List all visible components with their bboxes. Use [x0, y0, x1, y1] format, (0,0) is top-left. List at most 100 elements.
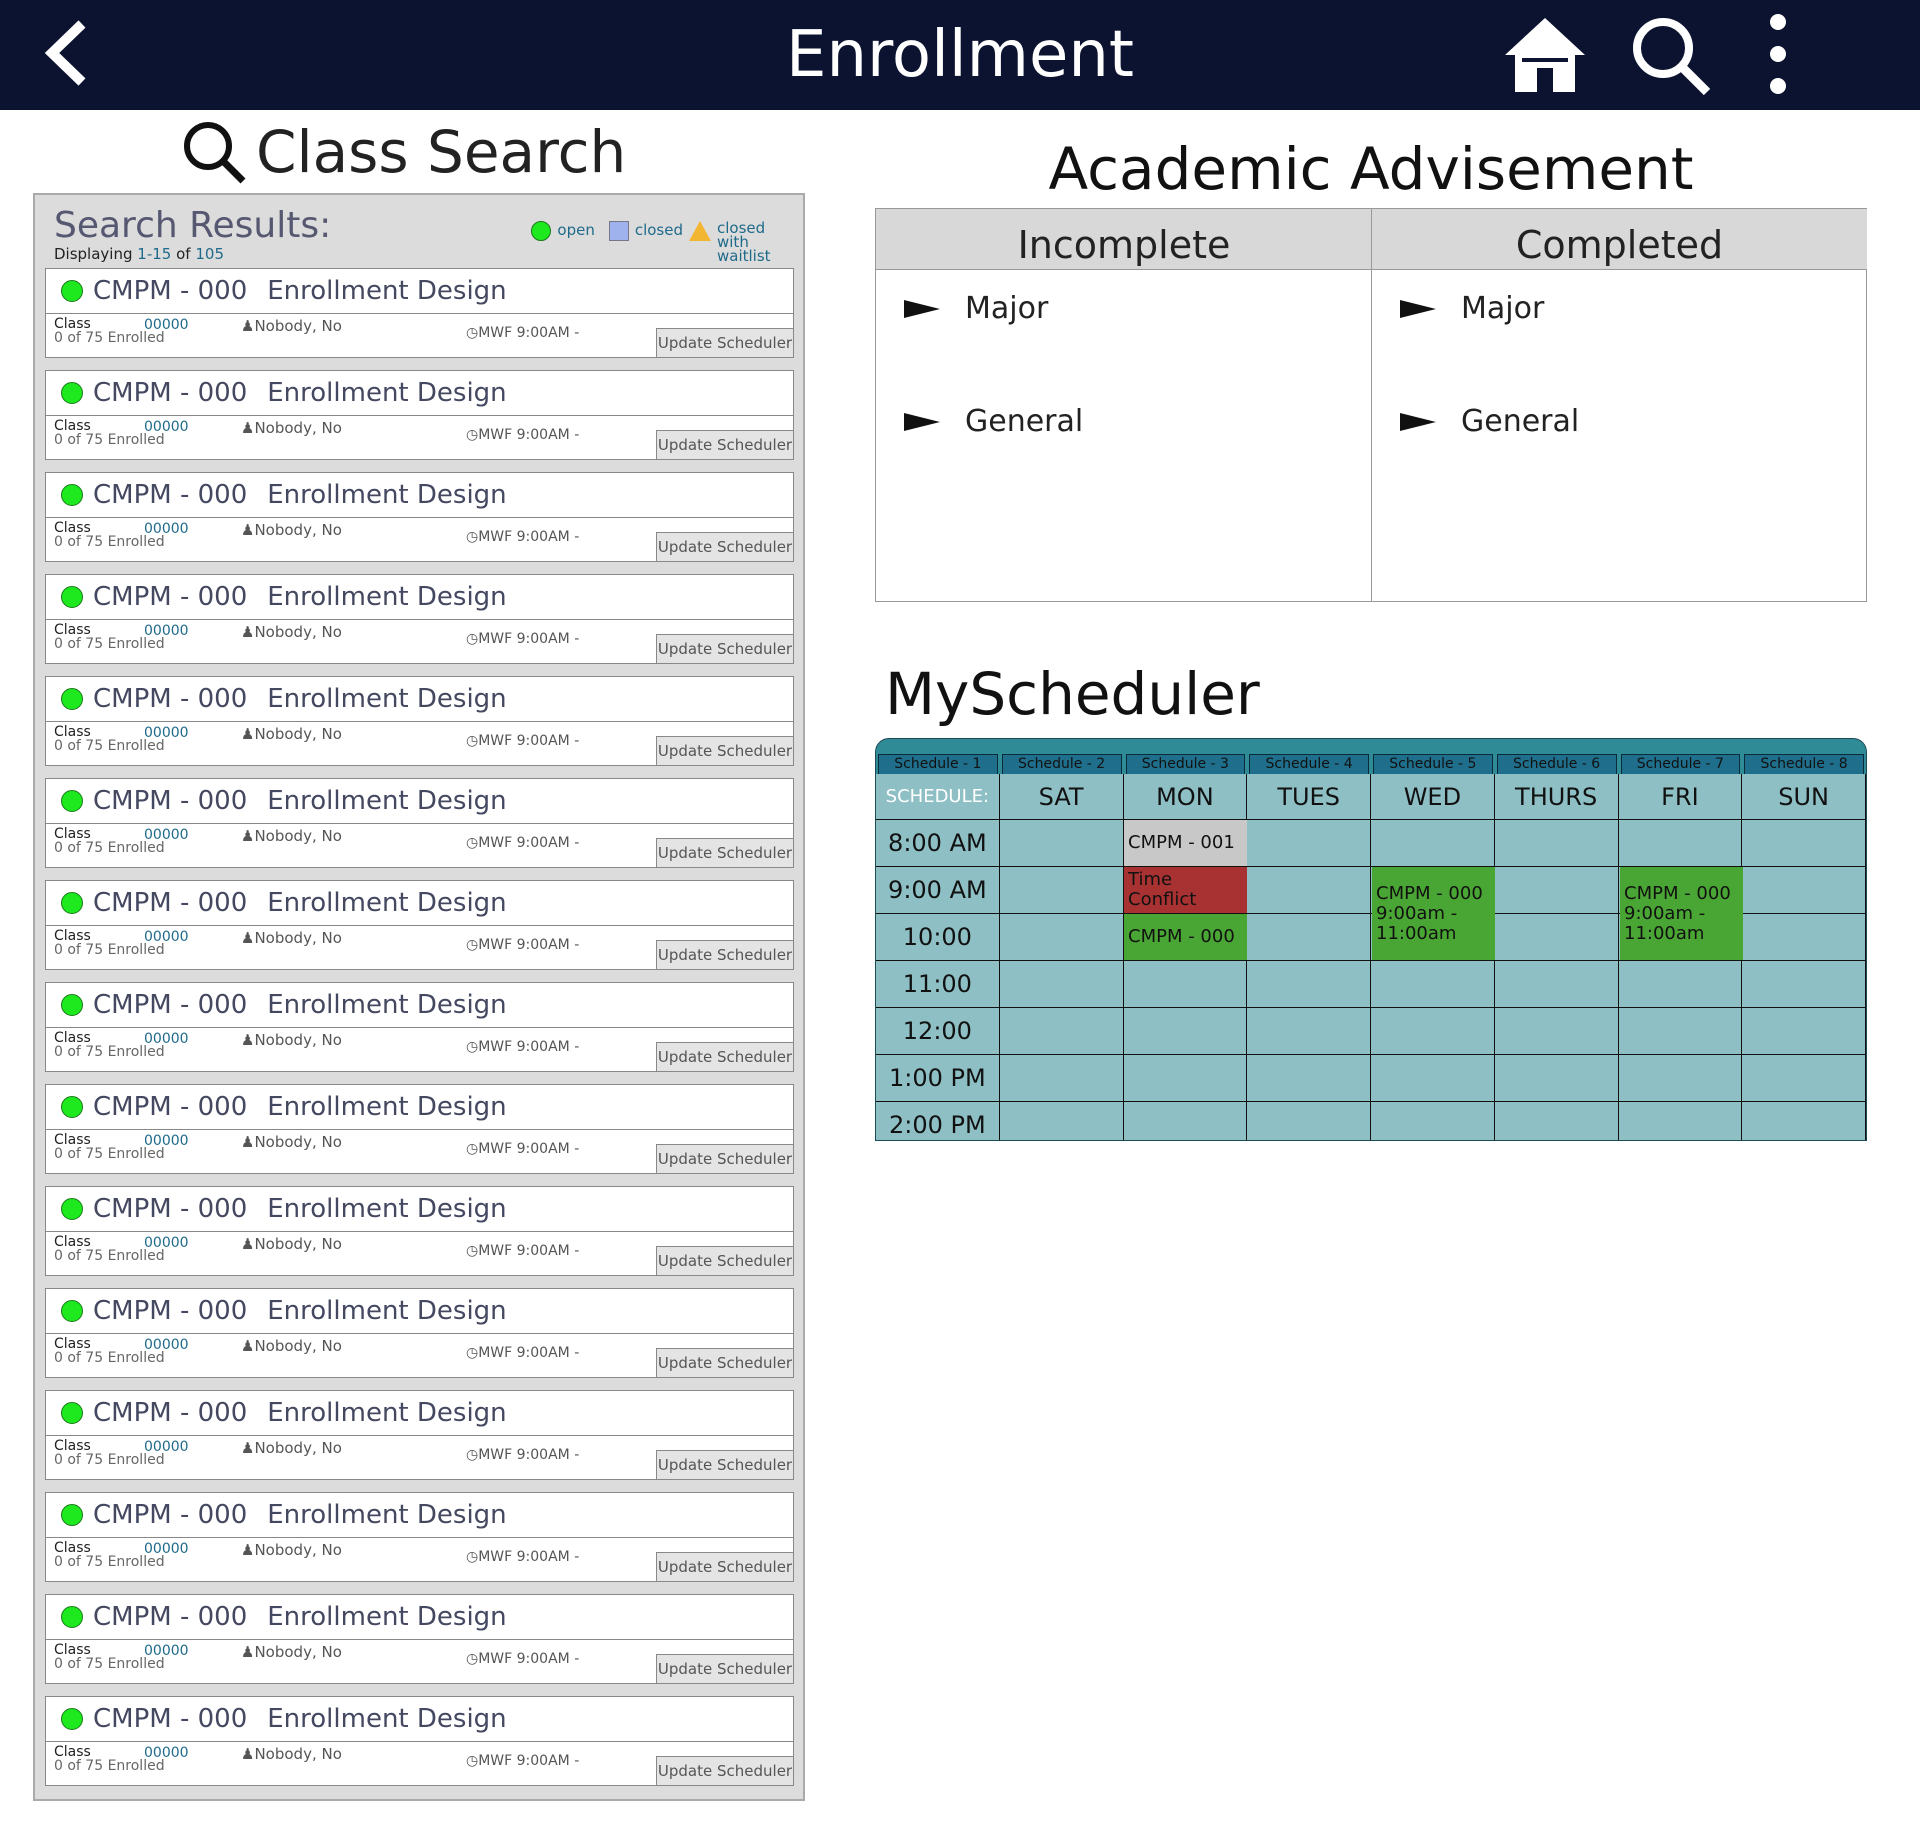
card-title[interactable]: CMPM - 000 Enrollment Design [46, 677, 793, 722]
card-title[interactable]: CMPM - 000 Enrollment Design [46, 1697, 793, 1742]
schedule-cell[interactable] [1494, 1102, 1619, 1140]
search-icon[interactable] [1625, 10, 1715, 100]
schedule-cell[interactable] [1618, 1102, 1743, 1140]
class-number[interactable]: 00000 [144, 1643, 189, 1659]
schedule-cell[interactable] [999, 1102, 1124, 1140]
update-scheduler-button[interactable]: Update Scheduler [656, 634, 794, 664]
schedule-cell[interactable] [1618, 1055, 1743, 1102]
schedule-cell[interactable] [999, 961, 1124, 1008]
schedule-cell[interactable] [1494, 1055, 1619, 1102]
result-card[interactable]: CMPM - 000 Enrollment Design Class 0 of 75… [45, 880, 794, 970]
completed-major[interactable]: Major [1400, 291, 1544, 326]
schedule-cell[interactable] [999, 867, 1124, 914]
card-title[interactable]: CMPM - 000 Enrollment Design [46, 1391, 793, 1436]
schedule-cell[interactable] [1618, 961, 1743, 1008]
result-card[interactable]: CMPM - 000 Enrollment Design Class 0 of 75… [45, 370, 794, 460]
result-card[interactable]: CMPM - 000 Enrollment Design Class 0 of 75… [45, 1696, 794, 1786]
schedule-cell[interactable] [999, 820, 1124, 867]
schedule-tab[interactable]: Schedule - 7 [1620, 754, 1741, 774]
schedule-cell[interactable] [1742, 1102, 1866, 1140]
card-title[interactable]: CMPM - 000 Enrollment Design [46, 1493, 793, 1538]
schedule-cell[interactable] [1123, 1102, 1248, 1140]
schedule-tab[interactable]: Schedule - 3 [1125, 754, 1246, 774]
update-scheduler-button[interactable]: Update Scheduler [656, 1552, 794, 1582]
schedule-cell[interactable] [1494, 820, 1619, 867]
home-icon[interactable] [1500, 10, 1590, 100]
schedule-tab[interactable]: Schedule - 8 [1744, 754, 1864, 774]
update-scheduler-button[interactable]: Update Scheduler [656, 1450, 794, 1480]
schedule-cell[interactable] [1123, 961, 1248, 1008]
result-card[interactable]: CMPM - 000 Enrollment Design Class 0 of 75… [45, 676, 794, 766]
card-title[interactable]: CMPM - 000 Enrollment Design [46, 1187, 793, 1232]
result-card[interactable]: CMPM - 000 Enrollment Design Class 0 of 75… [45, 1492, 794, 1582]
class-number[interactable]: 00000 [144, 1541, 189, 1557]
schedule-event[interactable]: CMPM - 001 [1124, 820, 1247, 866]
update-scheduler-button[interactable]: Update Scheduler [656, 1144, 794, 1174]
class-number[interactable]: 00000 [144, 725, 189, 741]
schedule-event[interactable]: CMPM - 000 [1124, 914, 1247, 960]
schedule-cell[interactable] [1494, 961, 1619, 1008]
schedule-cell[interactable] [1742, 867, 1866, 914]
schedule-cell[interactable] [1247, 961, 1371, 1008]
update-scheduler-button[interactable]: Update Scheduler [656, 1654, 794, 1684]
result-card[interactable]: CMPM - 000 Enrollment Design Class 0 of 75… [45, 268, 794, 358]
result-card[interactable]: CMPM - 000 Enrollment Design Class 0 of 75… [45, 1084, 794, 1174]
result-card[interactable]: CMPM - 000 Enrollment Design Class 0 of 75… [45, 1594, 794, 1684]
class-number[interactable]: 00000 [144, 1133, 189, 1149]
card-title[interactable]: CMPM - 000 Enrollment Design [46, 779, 793, 824]
class-number[interactable]: 00000 [144, 1031, 189, 1047]
schedule-event[interactable]: CMPM - 000 9:00am - 11:00am [1620, 867, 1743, 960]
update-scheduler-button[interactable]: Update Scheduler [656, 430, 794, 460]
update-scheduler-button[interactable]: Update Scheduler [656, 1348, 794, 1378]
result-card[interactable]: CMPM - 000 Enrollment Design Class 0 of 75… [45, 1288, 794, 1378]
class-number[interactable]: 00000 [144, 1745, 189, 1761]
schedule-cell[interactable] [1123, 1055, 1248, 1102]
schedule-cell[interactable] [1371, 1055, 1495, 1102]
schedule-cell[interactable] [1742, 914, 1866, 961]
schedule-cell[interactable] [1123, 1008, 1248, 1055]
more-vertical-icon[interactable] [1735, 10, 1825, 100]
schedule-tab[interactable]: Schedule - 4 [1249, 754, 1369, 774]
schedule-cell[interactable] [1742, 961, 1866, 1008]
card-title[interactable]: CMPM - 000 Enrollment Design [46, 1085, 793, 1130]
schedule-event[interactable]: CMPM - 000 9:00am - 11:00am [1372, 867, 1495, 960]
schedule-tab[interactable]: Schedule - 1 [878, 754, 998, 774]
schedule-cell[interactable] [999, 914, 1124, 961]
schedule-event[interactable]: Time Conflict [1124, 867, 1247, 913]
incomplete-major[interactable]: Major [904, 291, 1048, 326]
schedule-cell[interactable] [999, 1055, 1124, 1102]
schedule-cell[interactable] [1247, 914, 1371, 961]
card-title[interactable]: CMPM - 000 Enrollment Design [46, 575, 793, 620]
schedule-tab[interactable]: Schedule - 6 [1496, 754, 1617, 774]
schedule-cell[interactable] [1247, 1055, 1371, 1102]
result-card[interactable]: CMPM - 000 Enrollment Design Class 0 of 75… [45, 778, 794, 868]
class-number[interactable]: 00000 [144, 827, 189, 843]
schedule-cell[interactable] [1742, 1055, 1866, 1102]
card-title[interactable]: CMPM - 000 Enrollment Design [46, 881, 793, 926]
update-scheduler-button[interactable]: Update Scheduler [656, 940, 794, 970]
completed-general[interactable]: General [1400, 404, 1579, 439]
update-scheduler-button[interactable]: Update Scheduler [656, 736, 794, 766]
card-title[interactable]: CMPM - 000 Enrollment Design [46, 269, 793, 314]
schedule-cell[interactable] [1371, 1008, 1495, 1055]
update-scheduler-button[interactable]: Update Scheduler [656, 838, 794, 868]
schedule-cell[interactable] [1247, 820, 1371, 867]
update-scheduler-button[interactable]: Update Scheduler [656, 328, 794, 358]
class-number[interactable]: 00000 [144, 317, 189, 333]
schedule-cell[interactable] [1371, 820, 1495, 867]
schedule-cell[interactable] [1494, 914, 1619, 961]
schedule-cell[interactable] [1247, 1008, 1371, 1055]
card-title[interactable]: CMPM - 000 Enrollment Design [46, 1595, 793, 1640]
schedule-cell[interactable] [1742, 1008, 1866, 1055]
update-scheduler-button[interactable]: Update Scheduler [656, 1756, 794, 1786]
card-title[interactable]: CMPM - 000 Enrollment Design [46, 371, 793, 416]
result-card[interactable]: CMPM - 000 Enrollment Design Class 0 of 75… [45, 1186, 794, 1276]
schedule-cell[interactable] [1371, 1102, 1495, 1140]
result-card[interactable]: CMPM - 000 Enrollment Design Class 0 of 75… [45, 1390, 794, 1480]
schedule-cell[interactable] [1371, 961, 1495, 1008]
class-number[interactable]: 00000 [144, 623, 189, 639]
schedule-cell[interactable] [1742, 820, 1866, 867]
update-scheduler-button[interactable]: Update Scheduler [656, 1042, 794, 1072]
class-number[interactable]: 00000 [144, 929, 189, 945]
result-card[interactable]: CMPM - 000 Enrollment Design Class 0 of 75… [45, 574, 794, 664]
